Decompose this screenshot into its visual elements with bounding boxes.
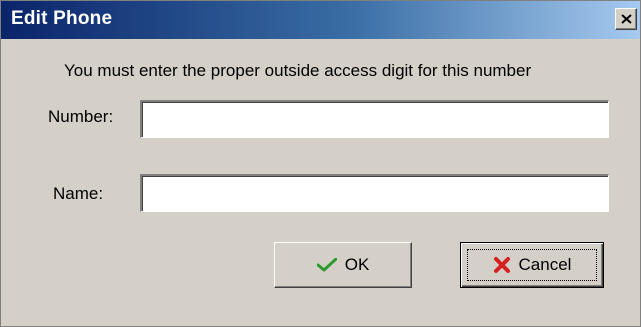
cancel-button[interactable]: Cancel [460,242,604,288]
number-field[interactable] [140,100,609,138]
ok-label: OK [344,255,370,274]
close-button[interactable] [615,8,637,30]
check-icon [316,257,338,272]
close-icon [621,14,632,24]
cancel-label: Cancel [518,255,572,274]
ok-button[interactable]: OK [274,242,412,288]
name-field[interactable] [140,174,609,212]
number-label: Number: [48,107,114,126]
instruction-message: You must enter the proper outside access… [64,61,532,80]
title-bar[interactable]: Edit Phone [1,1,640,39]
edit-phone-dialog: Edit Phone You must enter the proper out… [0,0,641,327]
window-title: Edit Phone [11,8,113,29]
x-icon [493,256,511,274]
name-label: Name: [53,184,104,203]
